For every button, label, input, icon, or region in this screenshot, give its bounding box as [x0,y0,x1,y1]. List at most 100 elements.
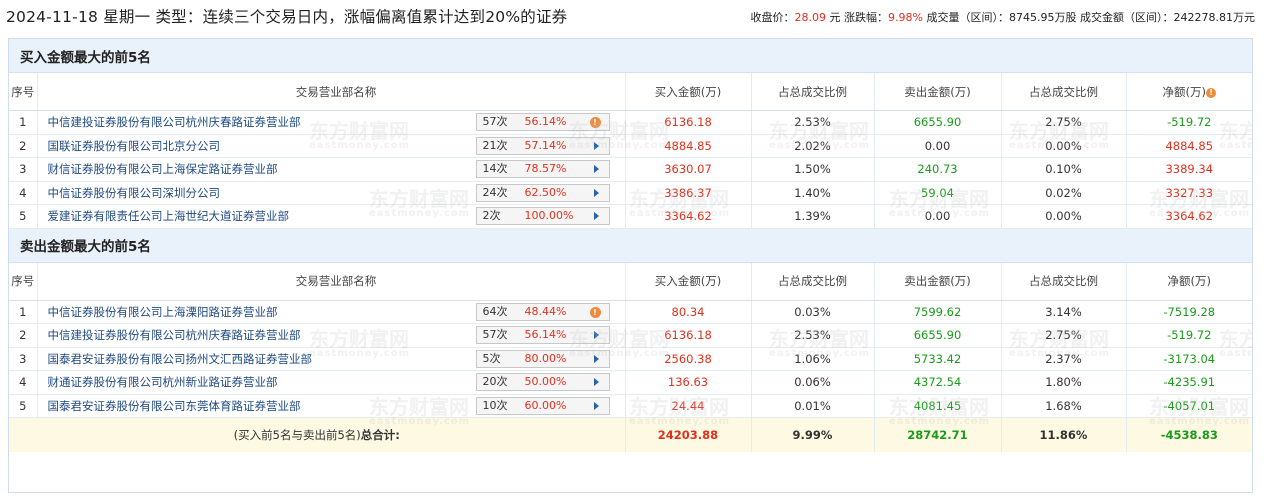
net-amount: -4057.01 [1125,394,1252,418]
win-rate: 56.14% [524,115,567,128]
table-row[interactable]: 2 国联证券股份有限公司北京分公司 21次 57.14% 4884.85 2.02% 0.0… [9,134,1252,158]
arrow-right-icon[interactable] [593,378,599,386]
buy-ratio-value: 2.53% [794,328,831,343]
broker-stats-badge[interactable]: 57次 56.14% [475,326,610,344]
buy-ratio: 0.01% [750,394,874,418]
buy-amount: 3630.07 [624,157,751,182]
appearance-count: 57次 [482,328,508,341]
broker-name-link[interactable]: 中信证券股份有限公司深圳分公司 [48,186,221,200]
appearance-count: 5次 [482,351,501,365]
header-name: 交易营业部名称 [37,72,626,111]
broker-stats-badge[interactable]: 2次 100.00% [475,207,610,225]
broker-stats-badge[interactable]: 14次 78.57% [475,160,610,178]
rank-cell: 4 [9,181,38,205]
rank-cell: 4 [9,370,38,395]
sell-ratio: 1.68% [1000,394,1126,418]
buy-amount: 24.44 [624,394,751,418]
sell-ratio-value: 3.14% [1045,304,1082,319]
table-row[interactable]: 1 中信建投证券股份有限公司杭州庆春路证券营业部 57次 56.14%! 6136.18… [9,110,1252,135]
arrow-right-icon[interactable] [593,401,599,410]
broker-cell: 爱建证券有限责任公司上海世纪大道证券营业部 2次 100.00% [37,204,626,229]
table-row[interactable]: 5 爱建证券有限责任公司上海世纪大道证券营业部 2次 100.00% 3364.62 1.… [9,204,1252,229]
appearance-count: 21次 [482,138,508,152]
buy-amount-value: 3364.62 [664,209,712,224]
rank-number: 4 [19,185,27,200]
total-buy-ratio-value: 9.99% [792,428,833,442]
broker-name-link[interactable]: 中信建投证券股份有限公司杭州庆春路证券营业部 [48,328,301,342]
table-row[interactable]: 3 国泰君安证券股份有限公司扬州文汇西路证券营业部 5次 80.00% 2560.38 1… [9,347,1252,371]
header-sell-ratio: 占总成交比例 [1000,262,1126,301]
sell-ratio: 0.00% [1000,204,1126,229]
broker-stats-badge[interactable]: 57次 56.14%! [475,113,610,131]
rank-cell: 2 [9,323,38,348]
broker-stats-badge[interactable]: 64次 48.44%! [475,302,610,321]
sell-amount-value: 0.00 [924,209,951,224]
net-amount: -519.72 [1125,323,1252,348]
header-label: 卖出金额(万) [904,84,971,99]
arrow-right-icon[interactable] [593,141,599,150]
header-label: 买入金额(万) [654,274,722,288]
buy-amount: 80.34 [624,300,751,324]
broker-cell: 财信证券股份有限公司上海保定路证券营业部 14次 78.57% [37,157,626,182]
buy-ratio-value: 2.02% [794,138,831,153]
total-label-bold: 总合计: [360,428,400,442]
header-label: 买入金额(万) [654,84,722,99]
column-header-row: 序号 交易营业部名称 买入金额(万) 占总成交比例 卖出金额(万) 占总成交比例 净额(万) [9,262,1252,301]
net-amount-value: -519.72 [1167,328,1212,343]
table-row[interactable]: 4 中信证券股份有限公司深圳分公司 24次 62.50% 3386.37 1.40% 59.… [9,181,1252,205]
table-row[interactable]: 5 国泰君安证券股份有限公司东莞体育路证券营业部 10次 60.00% 24.44 0.0… [9,394,1252,418]
broker-name-link[interactable]: 爱建证券有限责任公司上海世纪大道证券营业部 [48,209,290,223]
buy-ratio: 1.06% [750,347,874,371]
buy-ratio: 2.53% [750,110,874,135]
page-header: 2024-11-18 星期一 类型：连续三个交易日内，涨幅偏离值累计达到20%的… [0,0,1267,30]
arrow-right-icon[interactable] [593,354,599,363]
broker-name-link[interactable]: 国联证券股份有限公司北京分公司 [48,139,221,153]
broker-name-link[interactable]: 财通证券股份有限公司杭州新业路证券营业部 [48,375,278,389]
rank-cell: 2 [9,134,38,158]
table-row[interactable]: 2 中信建投证券股份有限公司杭州庆春路证券营业部 57次 56.14% 6136.18 2… [9,323,1252,348]
arrow-right-icon[interactable] [593,165,599,173]
win-rate: 50.00% [524,375,567,388]
broker-name-link[interactable]: 中信证券股份有限公司上海溧阳路证券营业部 [48,305,278,319]
info-icon[interactable]: ! [589,117,601,128]
broker-cell: 国联证券股份有限公司北京分公司 21次 57.14% [37,134,626,158]
table-row[interactable]: 4 财通证券股份有限公司杭州新业路证券营业部 20次 50.00% 136.63 0.06… [9,370,1252,395]
sell-amount: 4081.45 [873,394,1001,418]
rank-number: 5 [19,209,27,224]
broker-stats-badge[interactable]: 24次 62.50% [475,183,610,202]
header-label: 净额(万) [1162,84,1207,99]
broker-stats-badge[interactable]: 21次 57.14% [475,136,610,155]
header-buy-ratio: 占总成交比例 [750,262,874,301]
broker-name-link[interactable]: 中信建投证券股份有限公司杭州庆春路证券营业部 [48,115,301,129]
broker-stats-badge[interactable]: 10次 60.00% [475,396,610,415]
total-buy: 24203.88 [624,417,751,452]
broker-name-link[interactable]: 财信证券股份有限公司上海保定路证券营业部 [48,162,278,176]
buy-amount: 2560.38 [624,347,751,371]
arrow-right-icon[interactable] [593,212,599,220]
price-summary: 收盘价：28.09 元 涨跌幅：9.98% 成交量（区间）：8745.95万股 … [750,11,1255,24]
appearance-count: 10次 [482,398,508,412]
table-row[interactable]: 1 中信证券股份有限公司上海溧阳路证券营业部 64次 48.44%! 80.34 0.03… [9,300,1252,324]
buy-ratio-value: 1.39% [794,209,831,224]
rank-number: 1 [19,304,27,319]
sell-ratio: 0.02% [1000,181,1126,205]
win-rate: 100.00% [524,209,574,222]
buy-amount-value: 80.34 [671,304,705,319]
rank-number: 2 [19,138,27,153]
broker-name-link[interactable]: 国泰君安证券股份有限公司东莞体育路证券营业部 [48,399,301,413]
sell-ratio: 3.14% [1000,300,1126,324]
broker-stats-badge[interactable]: 20次 50.00% [475,373,610,391]
broker-name-link[interactable]: 国泰君安证券股份有限公司扬州文汇西路证券营业部 [48,352,313,366]
total-row: (买入前5名与卖出前5名)总合计: 24203.88 9.99% 28742.71 11… [9,417,1252,452]
sell-ratio-value: 0.00% [1045,138,1082,153]
buy-section-title-row: 买入金额最大的前5名 [9,39,1252,73]
arrow-right-icon[interactable] [593,331,599,339]
dragon-tiger-table-container: 买入金额最大的前5名 序号 交易营业部名称 买入金额(万) 占总成交比例 卖出金额(万) 占… [8,38,1253,493]
sell-amount-value: 6655.90 [913,115,962,130]
info-icon[interactable]: ! [589,306,601,318]
arrow-right-icon[interactable] [593,188,599,197]
info-icon[interactable]: ! [1206,87,1217,98]
total-label-prefix: (买入前5名与卖出前5名) [233,428,361,442]
table-row[interactable]: 3 财信证券股份有限公司上海保定路证券营业部 14次 78.57% 3630.07 1.5… [9,157,1252,182]
broker-stats-badge[interactable]: 5次 80.00% [475,349,610,368]
